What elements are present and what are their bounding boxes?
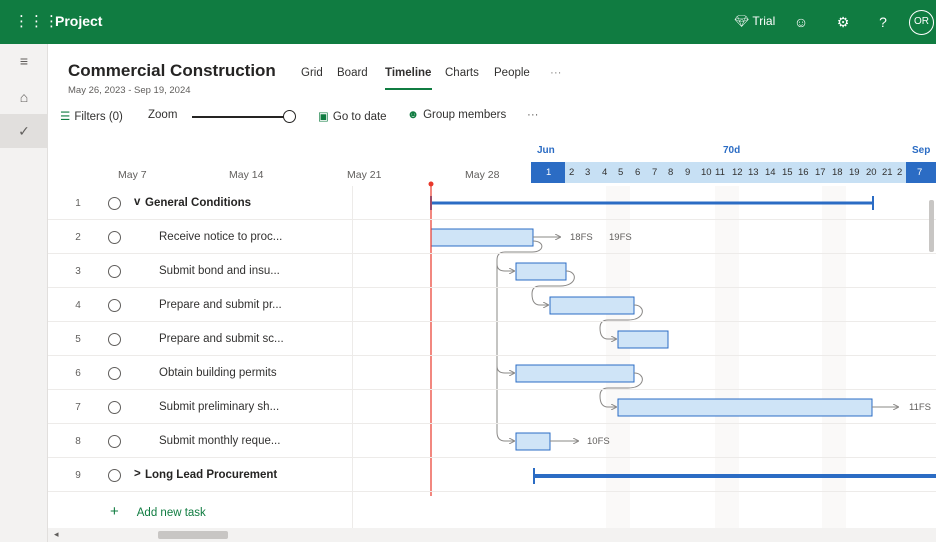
add-new-task-label: Add new task <box>136 507 206 519</box>
task-complete-checkbox[interactable] <box>108 299 121 312</box>
row-number: 9 <box>75 470 81 481</box>
task-complete-checkbox[interactable] <box>108 401 121 414</box>
task-complete-checkbox[interactable] <box>108 197 121 210</box>
task-complete-checkbox[interactable] <box>108 231 121 244</box>
row-number: 6 <box>75 368 81 379</box>
task-complete-checkbox[interactable] <box>108 333 121 346</box>
task-complete-checkbox[interactable] <box>108 435 121 448</box>
chevron-right-icon[interactable]: > <box>134 468 141 480</box>
task-group-name[interactable]: Long Lead Procurement <box>145 469 277 481</box>
task-name[interactable]: Submit preliminary sh... <box>159 401 279 413</box>
row-number: 2 <box>75 232 81 243</box>
task-name[interactable]: Submit monthly reque... <box>159 435 280 447</box>
task-complete-checkbox[interactable] <box>108 265 121 278</box>
scroll-left-icon[interactable]: ◂ <box>54 529 59 540</box>
task-group-name[interactable]: General Conditions <box>145 197 251 209</box>
horizontal-scroll-thumb[interactable] <box>158 531 228 539</box>
task-complete-checkbox[interactable] <box>108 367 121 380</box>
row-number: 5 <box>75 334 81 345</box>
row-number: 3 <box>75 266 81 277</box>
row-number: 1 <box>75 198 81 209</box>
task-name[interactable]: Submit bond and insu... <box>159 265 280 277</box>
task-complete-checkbox[interactable] <box>108 469 121 482</box>
task-name[interactable]: Obtain building permits <box>159 367 277 379</box>
vertical-scroll-thumb[interactable] <box>929 200 934 252</box>
row-number: 4 <box>75 300 81 311</box>
row-number: 8 <box>75 436 81 447</box>
chevron-down-icon[interactable]: v <box>134 196 140 208</box>
task-name[interactable]: Prepare and submit sc... <box>159 333 284 345</box>
row-number: 7 <box>75 402 81 413</box>
plus-icon: + <box>110 503 119 520</box>
add-new-task-button[interactable]: + Add new task <box>110 503 206 520</box>
task-name[interactable]: Receive notice to proc... <box>159 231 282 243</box>
task-name[interactable]: Prepare and submit pr... <box>159 299 282 311</box>
